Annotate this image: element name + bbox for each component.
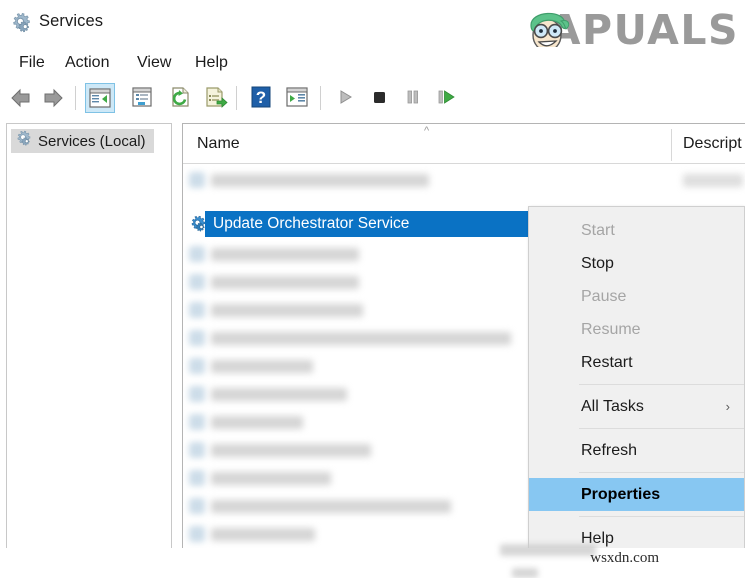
- context-menu-separator: [579, 384, 744, 385]
- list-item-label: [211, 472, 331, 485]
- list-item-label: [211, 416, 303, 429]
- list-column-header: ^ Name Descript: [183, 124, 745, 164]
- context-menu-item-properties[interactable]: Properties: [529, 478, 744, 511]
- context-menu-item-stop[interactable]: Stop: [529, 247, 744, 280]
- services-gear-icon: [189, 498, 205, 514]
- chevron-right-icon: ›: [725, 399, 730, 414]
- menu-action[interactable]: Action: [58, 51, 116, 75]
- watermark-text: wsxdn.com: [590, 550, 659, 566]
- services-gear-icon: [189, 526, 205, 542]
- list-item-label: [211, 174, 429, 187]
- column-header-description[interactable]: Descript: [683, 135, 742, 153]
- blurred-text: [500, 544, 596, 556]
- context-menu-item-resume[interactable]: Resume: [529, 313, 744, 346]
- toolbar: ?: [0, 80, 745, 118]
- context-menu-item-all-tasks[interactable]: All Tasks ›: [529, 390, 744, 423]
- pane-splitter[interactable]: [174, 123, 180, 569]
- console-tree-pane: Services (Local): [6, 123, 172, 569]
- context-menu-item-pause[interactable]: Pause: [529, 280, 744, 313]
- toolbar-separator: [75, 86, 76, 110]
- stop-service-icon[interactable]: [365, 83, 395, 113]
- services-gear-icon: [15, 130, 32, 152]
- menu-bar: File Action View Help: [0, 47, 745, 80]
- back-arrow-icon[interactable]: [6, 83, 36, 113]
- show-action-pane-icon[interactable]: [283, 83, 313, 113]
- window-title: Services: [39, 12, 104, 30]
- refresh-icon[interactable]: [166, 83, 196, 113]
- sort-ascending-icon: ^: [424, 125, 430, 137]
- context-menu-item-refresh[interactable]: Refresh: [529, 434, 744, 467]
- properties-window-icon[interactable]: [128, 83, 158, 113]
- menu-help[interactable]: Help: [188, 51, 235, 75]
- list-item-description: [683, 174, 743, 187]
- column-header-name[interactable]: Name: [197, 135, 240, 153]
- pause-service-icon[interactable]: [399, 83, 429, 113]
- list-item-label: [211, 360, 313, 373]
- context-menu-top-padding: [529, 207, 744, 214]
- context-menu-item-label: All Tasks: [581, 398, 644, 415]
- services-gear-icon: [189, 274, 205, 290]
- context-menu-separator: [579, 516, 744, 517]
- list-item-label: [211, 248, 359, 261]
- column-divider[interactable]: [671, 129, 672, 161]
- play-service-icon[interactable]: [331, 83, 361, 113]
- list-item[interactable]: [183, 168, 745, 194]
- services-gear-icon: [10, 12, 32, 34]
- services-gear-icon: [189, 470, 205, 486]
- services-gear-icon: [189, 442, 205, 458]
- services-gear-icon: [189, 358, 205, 374]
- help-icon[interactable]: ?: [247, 83, 277, 113]
- sidebar-item-label: Services (Local): [38, 132, 146, 150]
- menu-file[interactable]: File: [12, 51, 52, 75]
- toolbar-separator: [236, 86, 237, 110]
- services-gear-icon: [189, 414, 205, 430]
- services-gear-icon: [189, 172, 205, 188]
- restart-service-icon[interactable]: [432, 83, 462, 113]
- forward-arrow-icon[interactable]: [38, 83, 68, 113]
- services-gear-icon: [189, 302, 205, 318]
- list-item-label: [211, 444, 371, 457]
- services-gear-icon: [189, 386, 205, 402]
- show-hide-console-tree-icon[interactable]: [85, 83, 115, 113]
- context-menu: Start Stop Pause Resume Restart All Task…: [528, 206, 745, 551]
- list-item-label: Update Orchestrator Service: [213, 215, 410, 232]
- blurred-text: [512, 568, 538, 578]
- context-menu-item-restart[interactable]: Restart: [529, 346, 744, 379]
- sidebar-item-services-local[interactable]: Services (Local): [11, 129, 154, 153]
- list-item-label: [211, 500, 451, 513]
- list-item-label: [211, 388, 347, 401]
- context-menu-separator: [579, 472, 744, 473]
- toolbar-separator: [320, 86, 321, 110]
- watermark-bar: wsxdn.com: [0, 544, 745, 578]
- svg-text:?: ?: [256, 88, 266, 107]
- services-gear-icon: [189, 215, 207, 233]
- list-item-label: [211, 528, 315, 541]
- list-item-label: [211, 276, 359, 289]
- context-menu-separator: [579, 428, 744, 429]
- menu-view[interactable]: View: [130, 51, 178, 75]
- services-gear-icon: [189, 246, 205, 262]
- list-item-label: [211, 332, 511, 345]
- services-gear-icon: [189, 330, 205, 346]
- export-list-icon[interactable]: [201, 83, 231, 113]
- context-menu-item-start[interactable]: Start: [529, 214, 744, 247]
- list-item-label: [211, 304, 363, 317]
